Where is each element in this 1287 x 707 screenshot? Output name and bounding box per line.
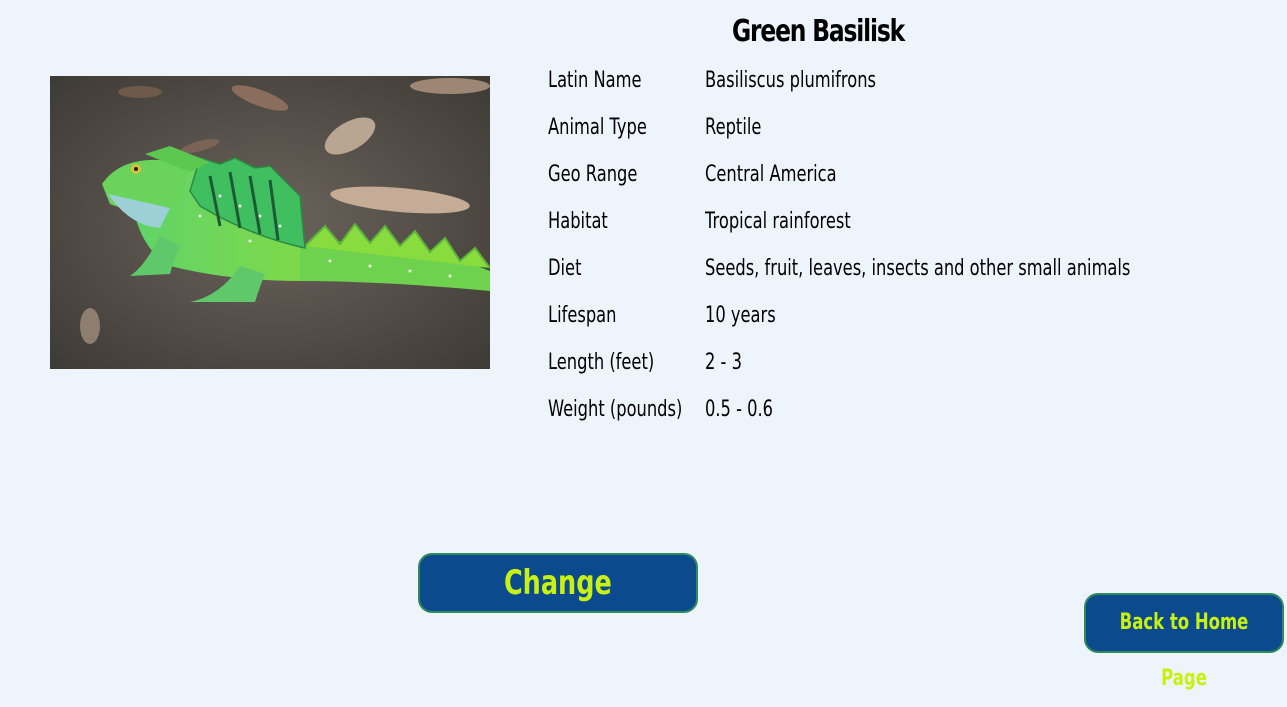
detail-value: Seeds, fruit, leaves, insects and other …	[705, 256, 1131, 281]
detail-row-weight: Weight (pounds) 0.5 - 0.6	[548, 393, 1248, 440]
detail-row-geo-range: Geo Range Central America	[548, 158, 1248, 205]
detail-row-diet: Diet Seeds, fruit, leaves, insects and o…	[548, 252, 1248, 299]
animal-details: Latin Name Basiliscus plumifrons Animal …	[548, 64, 1248, 440]
detail-label: Habitat	[548, 209, 608, 234]
back-to-home-button[interactable]: Back to Home Page	[1084, 593, 1284, 691]
back-to-home-button-label: Back to Home Page	[1119, 610, 1249, 691]
detail-label: Geo Range	[548, 162, 638, 187]
detail-label: Latin Name	[548, 68, 642, 93]
animal-title: Green Basilisk	[731, 14, 905, 49]
detail-value: Central America	[705, 162, 837, 187]
change-button-label: Change	[504, 563, 612, 603]
detail-value: Tropical rainforest	[705, 209, 851, 234]
detail-value: Basiliscus plumifrons	[705, 68, 876, 93]
detail-value: 0.5 - 0.6	[705, 397, 774, 422]
detail-row-animal-type: Animal Type Reptile	[548, 111, 1248, 158]
detail-row-latin-name: Latin Name Basiliscus plumifrons	[548, 64, 1248, 111]
detail-value: Reptile	[705, 115, 762, 140]
animal-photo	[50, 76, 490, 369]
detail-label: Diet	[548, 256, 582, 281]
detail-label: Animal Type	[548, 115, 647, 140]
detail-value: 10 years	[705, 303, 776, 328]
detail-label: Weight (pounds)	[548, 397, 683, 422]
detail-label: Lifespan	[548, 303, 617, 328]
detail-row-length: Length (feet) 2 - 3	[548, 346, 1248, 393]
detail-row-lifespan: Lifespan 10 years	[548, 299, 1248, 346]
detail-label: Length (feet)	[548, 350, 655, 375]
detail-value: 2 - 3	[705, 350, 742, 375]
change-button[interactable]: Change	[418, 553, 698, 613]
detail-row-habitat: Habitat Tropical rainforest	[548, 205, 1248, 252]
